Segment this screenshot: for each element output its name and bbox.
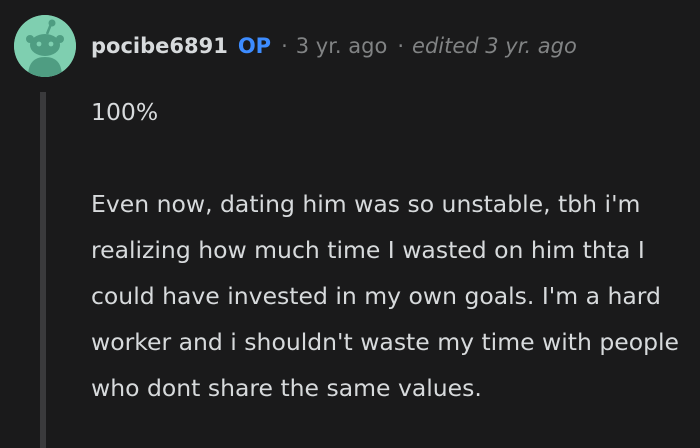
comment-timestamp[interactable]: 3 yr. ago xyxy=(296,34,388,58)
separator-dot: · xyxy=(281,34,288,58)
comment-paragraph: 100% xyxy=(91,98,159,126)
snoo-avatar-icon xyxy=(14,15,76,77)
comment-paragraph: Even now, dating him was so unstable, tb… xyxy=(91,190,680,402)
comment-body: 100% Even now, dating him was so unstabl… xyxy=(91,89,681,411)
thread-collapse-line[interactable] xyxy=(40,92,46,448)
comment: pocibe6891 OP · 3 yr. ago · edited 3 yr.… xyxy=(0,0,700,448)
user-avatar[interactable] xyxy=(14,15,76,77)
op-badge: OP xyxy=(237,34,272,58)
separator-dot: · xyxy=(397,34,405,58)
edited-label: edited 3 yr. ago xyxy=(412,34,577,58)
comment-meta: pocibe6891 OP · 3 yr. ago · edited 3 yr.… xyxy=(91,30,577,62)
username-link[interactable]: pocibe6891 xyxy=(91,34,228,58)
